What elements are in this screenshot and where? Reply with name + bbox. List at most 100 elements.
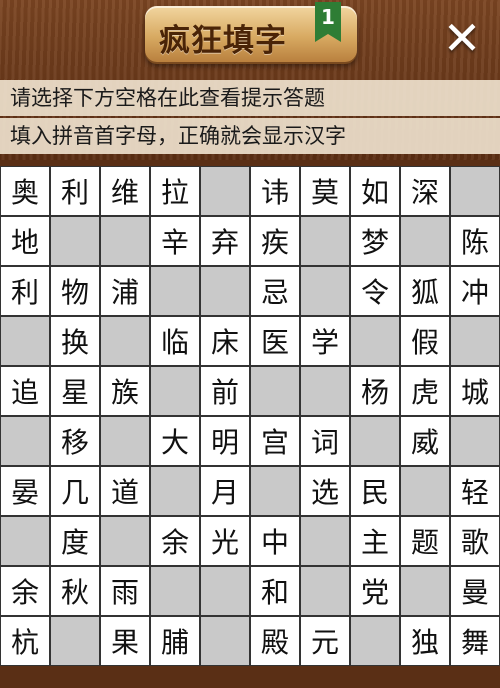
- crossword-cell[interactable]: 辛: [150, 216, 200, 266]
- crossword-cell[interactable]: 临: [150, 316, 200, 366]
- crossword-cell[interactable]: 民: [350, 466, 400, 516]
- crossword-cell[interactable]: 威: [400, 416, 450, 466]
- crossword-cell[interactable]: 秋: [50, 566, 100, 616]
- crossword-empty-cell[interactable]: [150, 266, 200, 316]
- crossword-cell[interactable]: 杨: [350, 366, 400, 416]
- crossword-cell[interactable]: 题: [400, 516, 450, 566]
- crossword-empty-cell[interactable]: [100, 416, 150, 466]
- crossword-cell[interactable]: 陈: [450, 216, 500, 266]
- crossword-cell[interactable]: 莫: [300, 166, 350, 216]
- crossword-cell[interactable]: 追: [0, 366, 50, 416]
- crossword-cell[interactable]: 利: [0, 266, 50, 316]
- crossword-cell[interactable]: 元: [300, 616, 350, 666]
- crossword-cell[interactable]: 虎: [400, 366, 450, 416]
- crossword-cell[interactable]: 如: [350, 166, 400, 216]
- crossword-empty-cell[interactable]: [50, 216, 100, 266]
- crossword-cell[interactable]: 拉: [150, 166, 200, 216]
- crossword-empty-cell[interactable]: [200, 566, 250, 616]
- crossword-cell[interactable]: 脯: [150, 616, 200, 666]
- crossword-cell[interactable]: 城: [450, 366, 500, 416]
- crossword-cell[interactable]: 党: [350, 566, 400, 616]
- crossword-cell[interactable]: 移: [50, 416, 100, 466]
- crossword-cell[interactable]: 果: [100, 616, 150, 666]
- crossword-cell[interactable]: 维: [100, 166, 150, 216]
- crossword-empty-cell[interactable]: [450, 316, 500, 366]
- crossword-cell[interactable]: 梦: [350, 216, 400, 266]
- crossword-cell[interactable]: 度: [50, 516, 100, 566]
- crossword-cell[interactable]: 宫: [250, 416, 300, 466]
- crossword-cell[interactable]: 杭: [0, 616, 50, 666]
- crossword-empty-cell[interactable]: [200, 616, 250, 666]
- crossword-cell[interactable]: 余: [150, 516, 200, 566]
- crossword-cell[interactable]: 浦: [100, 266, 150, 316]
- crossword-cell[interactable]: 令: [350, 266, 400, 316]
- crossword-cell[interactable]: 换: [50, 316, 100, 366]
- crossword-cell[interactable]: 光: [200, 516, 250, 566]
- crossword-empty-cell[interactable]: [300, 366, 350, 416]
- crossword-cell[interactable]: 医: [250, 316, 300, 366]
- crossword-empty-cell[interactable]: [350, 416, 400, 466]
- crossword-cell[interactable]: 学: [300, 316, 350, 366]
- crossword-cell[interactable]: 曼: [450, 566, 500, 616]
- crossword-cell[interactable]: 晏: [0, 466, 50, 516]
- crossword-cell[interactable]: 余: [0, 566, 50, 616]
- crossword-empty-cell[interactable]: [0, 516, 50, 566]
- crossword-empty-cell[interactable]: [350, 316, 400, 366]
- crossword-cell[interactable]: 大: [150, 416, 200, 466]
- crossword-empty-cell[interactable]: [0, 416, 50, 466]
- crossword-cell[interactable]: 词: [300, 416, 350, 466]
- crossword-cell[interactable]: 奥: [0, 166, 50, 216]
- crossword-empty-cell[interactable]: [100, 216, 150, 266]
- close-button[interactable]: ✕: [438, 14, 486, 62]
- crossword-empty-cell[interactable]: [350, 616, 400, 666]
- crossword-cell[interactable]: 深: [400, 166, 450, 216]
- crossword-cell[interactable]: 中: [250, 516, 300, 566]
- crossword-empty-cell[interactable]: [150, 366, 200, 416]
- crossword-cell[interactable]: 月: [200, 466, 250, 516]
- crossword-cell[interactable]: 独: [400, 616, 450, 666]
- crossword-cell[interactable]: 假: [400, 316, 450, 366]
- crossword-empty-cell[interactable]: [200, 166, 250, 216]
- crossword-cell[interactable]: 星: [50, 366, 100, 416]
- crossword-empty-cell[interactable]: [50, 616, 100, 666]
- crossword-cell[interactable]: 忌: [250, 266, 300, 316]
- crossword-cell[interactable]: 疾: [250, 216, 300, 266]
- crossword-empty-cell[interactable]: [0, 316, 50, 366]
- crossword-cell[interactable]: 弃: [200, 216, 250, 266]
- crossword-empty-cell[interactable]: [150, 566, 200, 616]
- crossword-cell[interactable]: 地: [0, 216, 50, 266]
- crossword-cell[interactable]: 床: [200, 316, 250, 366]
- crossword-cell[interactable]: 族: [100, 366, 150, 416]
- crossword-empty-cell[interactable]: [150, 466, 200, 516]
- crossword-cell[interactable]: 道: [100, 466, 150, 516]
- crossword-empty-cell[interactable]: [450, 166, 500, 216]
- crossword-empty-cell[interactable]: [300, 516, 350, 566]
- crossword-cell[interactable]: 舞: [450, 616, 500, 666]
- crossword-cell[interactable]: 明: [200, 416, 250, 466]
- crossword-cell[interactable]: 主: [350, 516, 400, 566]
- crossword-cell[interactable]: 前: [200, 366, 250, 416]
- crossword-cell[interactable]: 物: [50, 266, 100, 316]
- crossword-empty-cell[interactable]: [250, 366, 300, 416]
- crossword-cell[interactable]: 几: [50, 466, 100, 516]
- crossword-empty-cell[interactable]: [400, 566, 450, 616]
- crossword-cell[interactable]: 选: [300, 466, 350, 516]
- crossword-empty-cell[interactable]: [400, 466, 450, 516]
- crossword-empty-cell[interactable]: [300, 216, 350, 266]
- crossword-empty-cell[interactable]: [200, 266, 250, 316]
- crossword-cell[interactable]: 利: [50, 166, 100, 216]
- crossword-empty-cell[interactable]: [100, 516, 150, 566]
- crossword-empty-cell[interactable]: [400, 216, 450, 266]
- crossword-cell[interactable]: 殿: [250, 616, 300, 666]
- crossword-cell[interactable]: 狐: [400, 266, 450, 316]
- crossword-cell[interactable]: 和: [250, 566, 300, 616]
- crossword-empty-cell[interactable]: [300, 566, 350, 616]
- crossword-empty-cell[interactable]: [450, 416, 500, 466]
- crossword-empty-cell[interactable]: [250, 466, 300, 516]
- crossword-cell[interactable]: 轻: [450, 466, 500, 516]
- crossword-cell[interactable]: 歌: [450, 516, 500, 566]
- crossword-empty-cell[interactable]: [100, 316, 150, 366]
- crossword-cell[interactable]: 雨: [100, 566, 150, 616]
- crossword-cell[interactable]: 冲: [450, 266, 500, 316]
- crossword-empty-cell[interactable]: [300, 266, 350, 316]
